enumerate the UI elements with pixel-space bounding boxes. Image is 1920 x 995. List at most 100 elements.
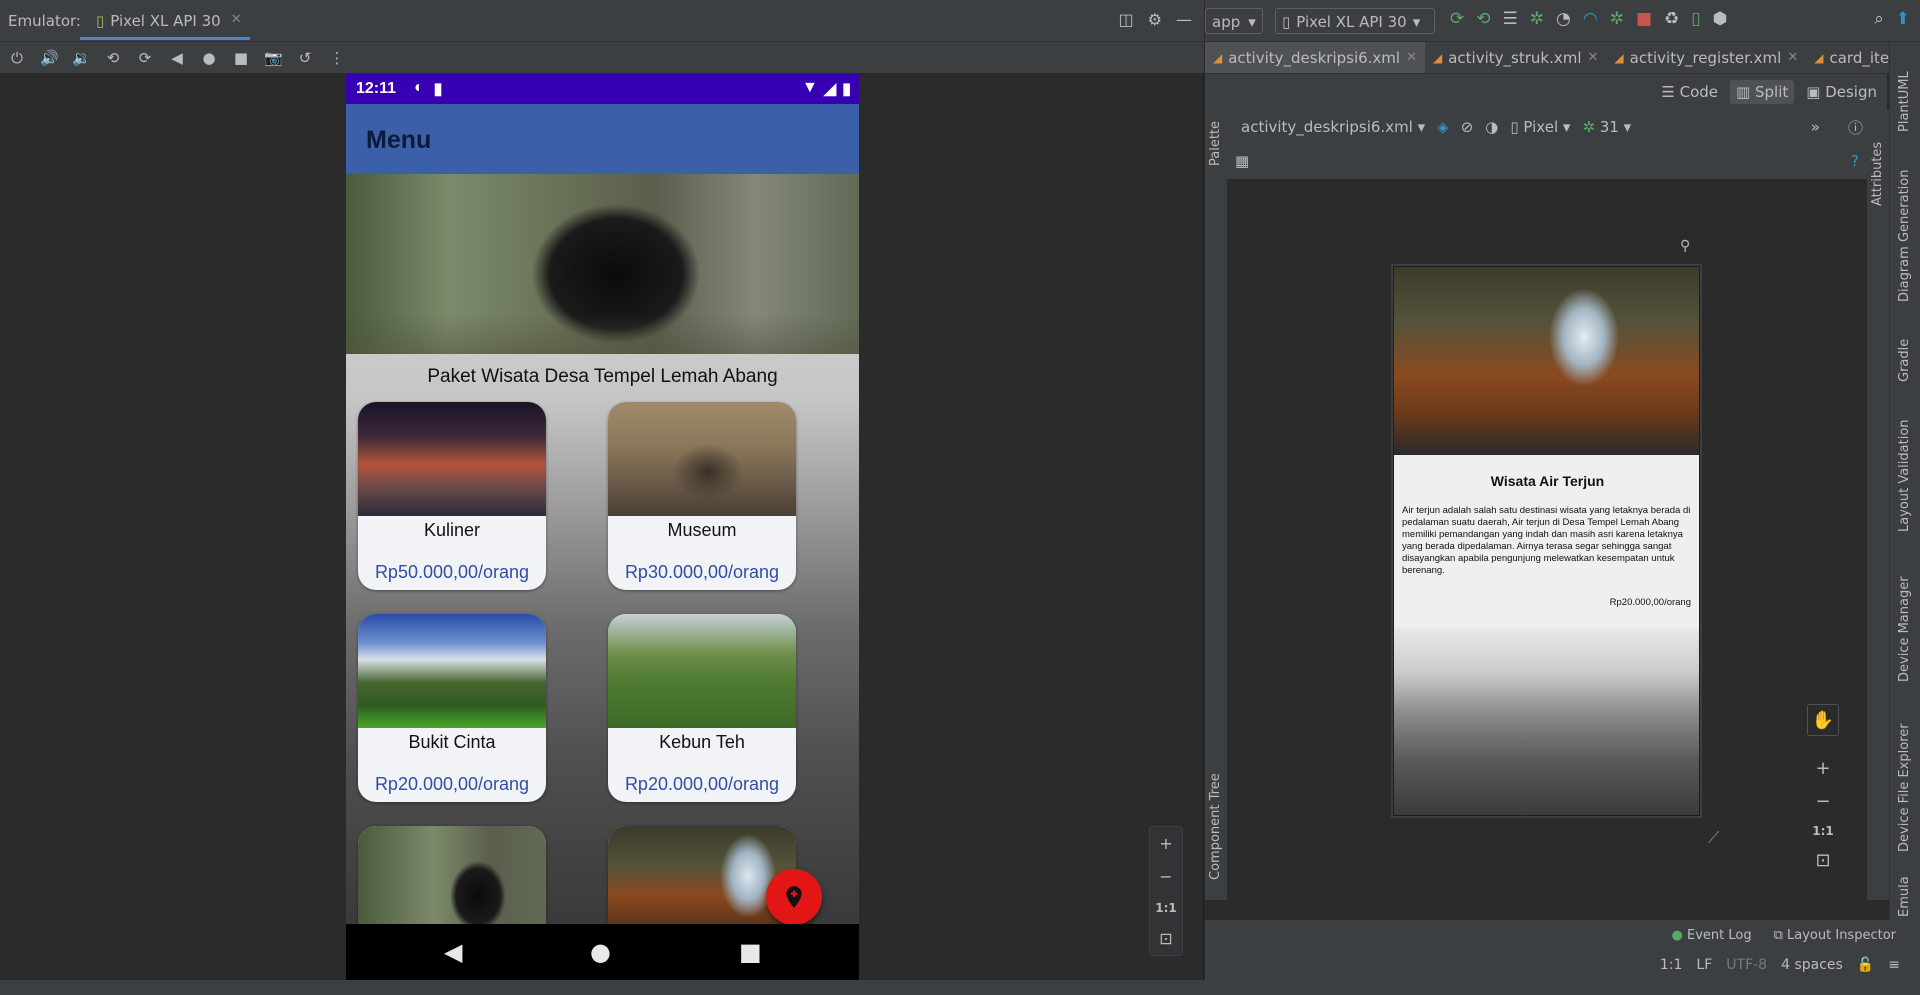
view-mode-code[interactable]: ☰ Code [1655, 80, 1724, 104]
close-tab-icon[interactable]: ✕ [1588, 50, 1599, 65]
chevron-down-icon: ▾ [1412, 13, 1421, 31]
pin-icon[interactable]: ⚲ [1680, 238, 1690, 254]
rotate-left-icon[interactable]: ⟲ [104, 49, 122, 67]
snapshot-icon[interactable]: ↺ [296, 49, 314, 67]
component-tree-tab[interactable]: Component Tree [1208, 773, 1223, 880]
window-mode-icon[interactable]: ◫ [1119, 10, 1134, 29]
apply-code-changes-icon[interactable]: ⟲ [1476, 9, 1490, 29]
card-kuliner[interactable]: Kuliner Rp50.000,00/orang [358, 402, 546, 590]
scroll-content[interactable]: Paket Wisata Desa Tempel Lemah Abang Kul… [346, 174, 859, 924]
profiler-icon[interactable]: ◠ [1583, 9, 1598, 29]
device-preview-select[interactable]: ▯ Pixel ▾ [1510, 118, 1570, 136]
volume-up-icon[interactable]: 🔊 [40, 49, 59, 67]
emulator-header: Emulator: ▯ Pixel XL API 30 ✕ ◫ ⚙ — [0, 0, 1204, 42]
emulator-header-actions: ◫ ⚙ — [1119, 10, 1192, 29]
nav-back-icon[interactable]: ◀ [444, 938, 462, 966]
file-tab[interactable]: ◢ activity_register.xml ✕ [1606, 42, 1806, 73]
zoom-out-icon[interactable]: − [1159, 867, 1172, 886]
zoom-in-icon[interactable]: + [1159, 834, 1172, 853]
view-mode-design[interactable]: ▣ Design [1800, 80, 1883, 104]
card-kebun-teh[interactable]: Kebun Teh Rp20.000,00/orang [608, 614, 796, 802]
zoom-out-icon[interactable]: − [1815, 791, 1830, 812]
attach-debugger-icon[interactable]: ✲ [1610, 9, 1624, 29]
overview-icon[interactable]: ■ [232, 49, 250, 67]
palette-tab[interactable]: Palette [1208, 121, 1223, 166]
view-mode-split[interactable]: ▥ Split [1730, 80, 1795, 104]
card-gua[interactable] [358, 826, 546, 924]
file-encoding[interactable]: UTF-8 [1726, 957, 1767, 973]
profile-icon[interactable]: ◔ [1556, 9, 1571, 29]
file-tab[interactable]: ◢ activity_deskripsi6.xml ✕ [1205, 42, 1425, 73]
close-tab-icon[interactable]: ✕ [231, 12, 242, 27]
more-actions-icon[interactable]: » [1811, 118, 1820, 136]
card-air-terjun[interactable] [608, 826, 796, 924]
settings-icon[interactable]: ⚙ [1148, 10, 1162, 29]
close-tab-icon[interactable]: ✕ [1406, 50, 1417, 65]
device-select[interactable]: ▯ Pixel XL API 30 ▾ [1275, 8, 1435, 34]
search-icon[interactable]: ⌕ [1874, 9, 1884, 29]
blueprint-icon[interactable]: ▦ [1235, 152, 1249, 170]
device-manager-icon[interactable]: ▯ [1691, 9, 1700, 29]
help-icon[interactable]: ? [1851, 152, 1859, 170]
stop-icon[interactable]: ■ [1636, 9, 1652, 29]
layout-preview[interactable]: Wisata Air Terjun Air terjun adalah sala… [1393, 266, 1700, 816]
caret-position[interactable]: 1:1 [1660, 957, 1683, 973]
chevron-down-icon: ▾ [1248, 13, 1256, 31]
resize-handle-icon[interactable]: ⟋ [1708, 828, 1719, 848]
layout-inspector-button[interactable]: ⧉ Layout Inspector [1774, 928, 1896, 943]
theme-icon[interactable]: ◑ [1485, 118, 1498, 136]
data-saver-icon: ◐ [414, 79, 424, 96]
battery-icon: ▮ [842, 81, 851, 98]
app-bar: Menu [346, 104, 859, 174]
nav-recents-icon[interactable]: ■ [739, 938, 762, 966]
card-bukit-cinta[interactable]: Bukit Cinta Rp20.000,00/orang [358, 614, 546, 802]
rotate-right-icon[interactable]: ⟳ [136, 49, 154, 67]
emulator-tab[interactable]: ▯ Pixel XL API 30 ✕ [80, 0, 250, 40]
minimize-icon[interactable]: — [1176, 10, 1192, 29]
power-icon[interactable]: ⏻ [8, 49, 26, 67]
warning-icon[interactable]: ⓘ [1848, 117, 1863, 138]
device-manager-tab[interactable]: Device Manager [1897, 576, 1912, 682]
add-location-fab[interactable] [766, 869, 822, 924]
event-log-button[interactable]: ● Event Log [1672, 928, 1752, 943]
more-icon[interactable]: ⋮ [328, 49, 346, 67]
plantuml-tab[interactable]: PlantUML [1897, 71, 1912, 132]
api-level-select[interactable]: ✲ 31 ▾ [1582, 118, 1631, 136]
apply-changes-icon[interactable]: ⟳ [1450, 9, 1464, 29]
run-config-select[interactable]: app ▾ [1205, 8, 1263, 34]
notifications-icon[interactable]: ≡ [1888, 957, 1900, 973]
run-tasks-icon[interactable]: ☰ [1503, 9, 1518, 29]
debug-icon[interactable]: ✲ [1530, 9, 1544, 29]
home-icon[interactable]: ● [200, 49, 218, 67]
close-tab-icon[interactable]: ✕ [1787, 50, 1798, 65]
file-tab[interactable]: ◢ activity_struk.xml ✕ [1425, 42, 1606, 73]
indent-setting[interactable]: 4 spaces [1781, 957, 1843, 973]
zoom-in-icon[interactable]: + [1815, 758, 1830, 779]
sync-gradle-icon[interactable]: ♻ [1664, 9, 1679, 29]
device-file-explorer-tab[interactable]: Device File Explorer [1897, 723, 1912, 852]
back-icon[interactable]: ◀ [168, 49, 186, 67]
camera-icon[interactable]: 📷 [264, 49, 283, 67]
emulator-tab[interactable]: Emula [1897, 876, 1912, 917]
attributes-tab[interactable]: Attributes [1870, 142, 1885, 206]
nav-home-icon[interactable]: ● [590, 938, 611, 966]
layout-validation-tab[interactable]: Layout Validation [1897, 419, 1912, 532]
gradle-tab[interactable]: Gradle [1897, 339, 1912, 382]
zoom-one-to-one[interactable]: 1:1 [1155, 901, 1177, 915]
pan-icon[interactable]: ✋ [1807, 704, 1839, 736]
layout-file-select[interactable]: activity_deskripsi6.xml ▾ [1241, 118, 1425, 136]
volume-down-icon[interactable]: 🔉 [72, 49, 91, 67]
line-separator[interactable]: LF [1696, 957, 1712, 973]
card-museum[interactable]: Museum Rp30.000,00/orang [608, 402, 796, 590]
wifi-icon: ▼ [802, 79, 818, 96]
zoom-one-to-one[interactable]: 1:1 [1812, 824, 1834, 838]
update-icon[interactable]: ⬆ [1896, 9, 1910, 29]
zoom-fit-icon[interactable]: ⊡ [1159, 929, 1172, 948]
zoom-fit-icon[interactable]: ⊡ [1815, 850, 1830, 871]
layers-icon[interactable]: ◈ [1437, 118, 1449, 136]
design-toolbar-secondary: ▦ ? [1227, 144, 1867, 180]
sdk-manager-icon[interactable]: ⬢ [1713, 9, 1728, 29]
diagram-generation-tab[interactable]: Diagram Generation [1897, 170, 1912, 302]
orientation-icon[interactable]: ⊘ [1461, 118, 1474, 136]
lock-icon[interactable]: 🔓 [1857, 957, 1874, 973]
